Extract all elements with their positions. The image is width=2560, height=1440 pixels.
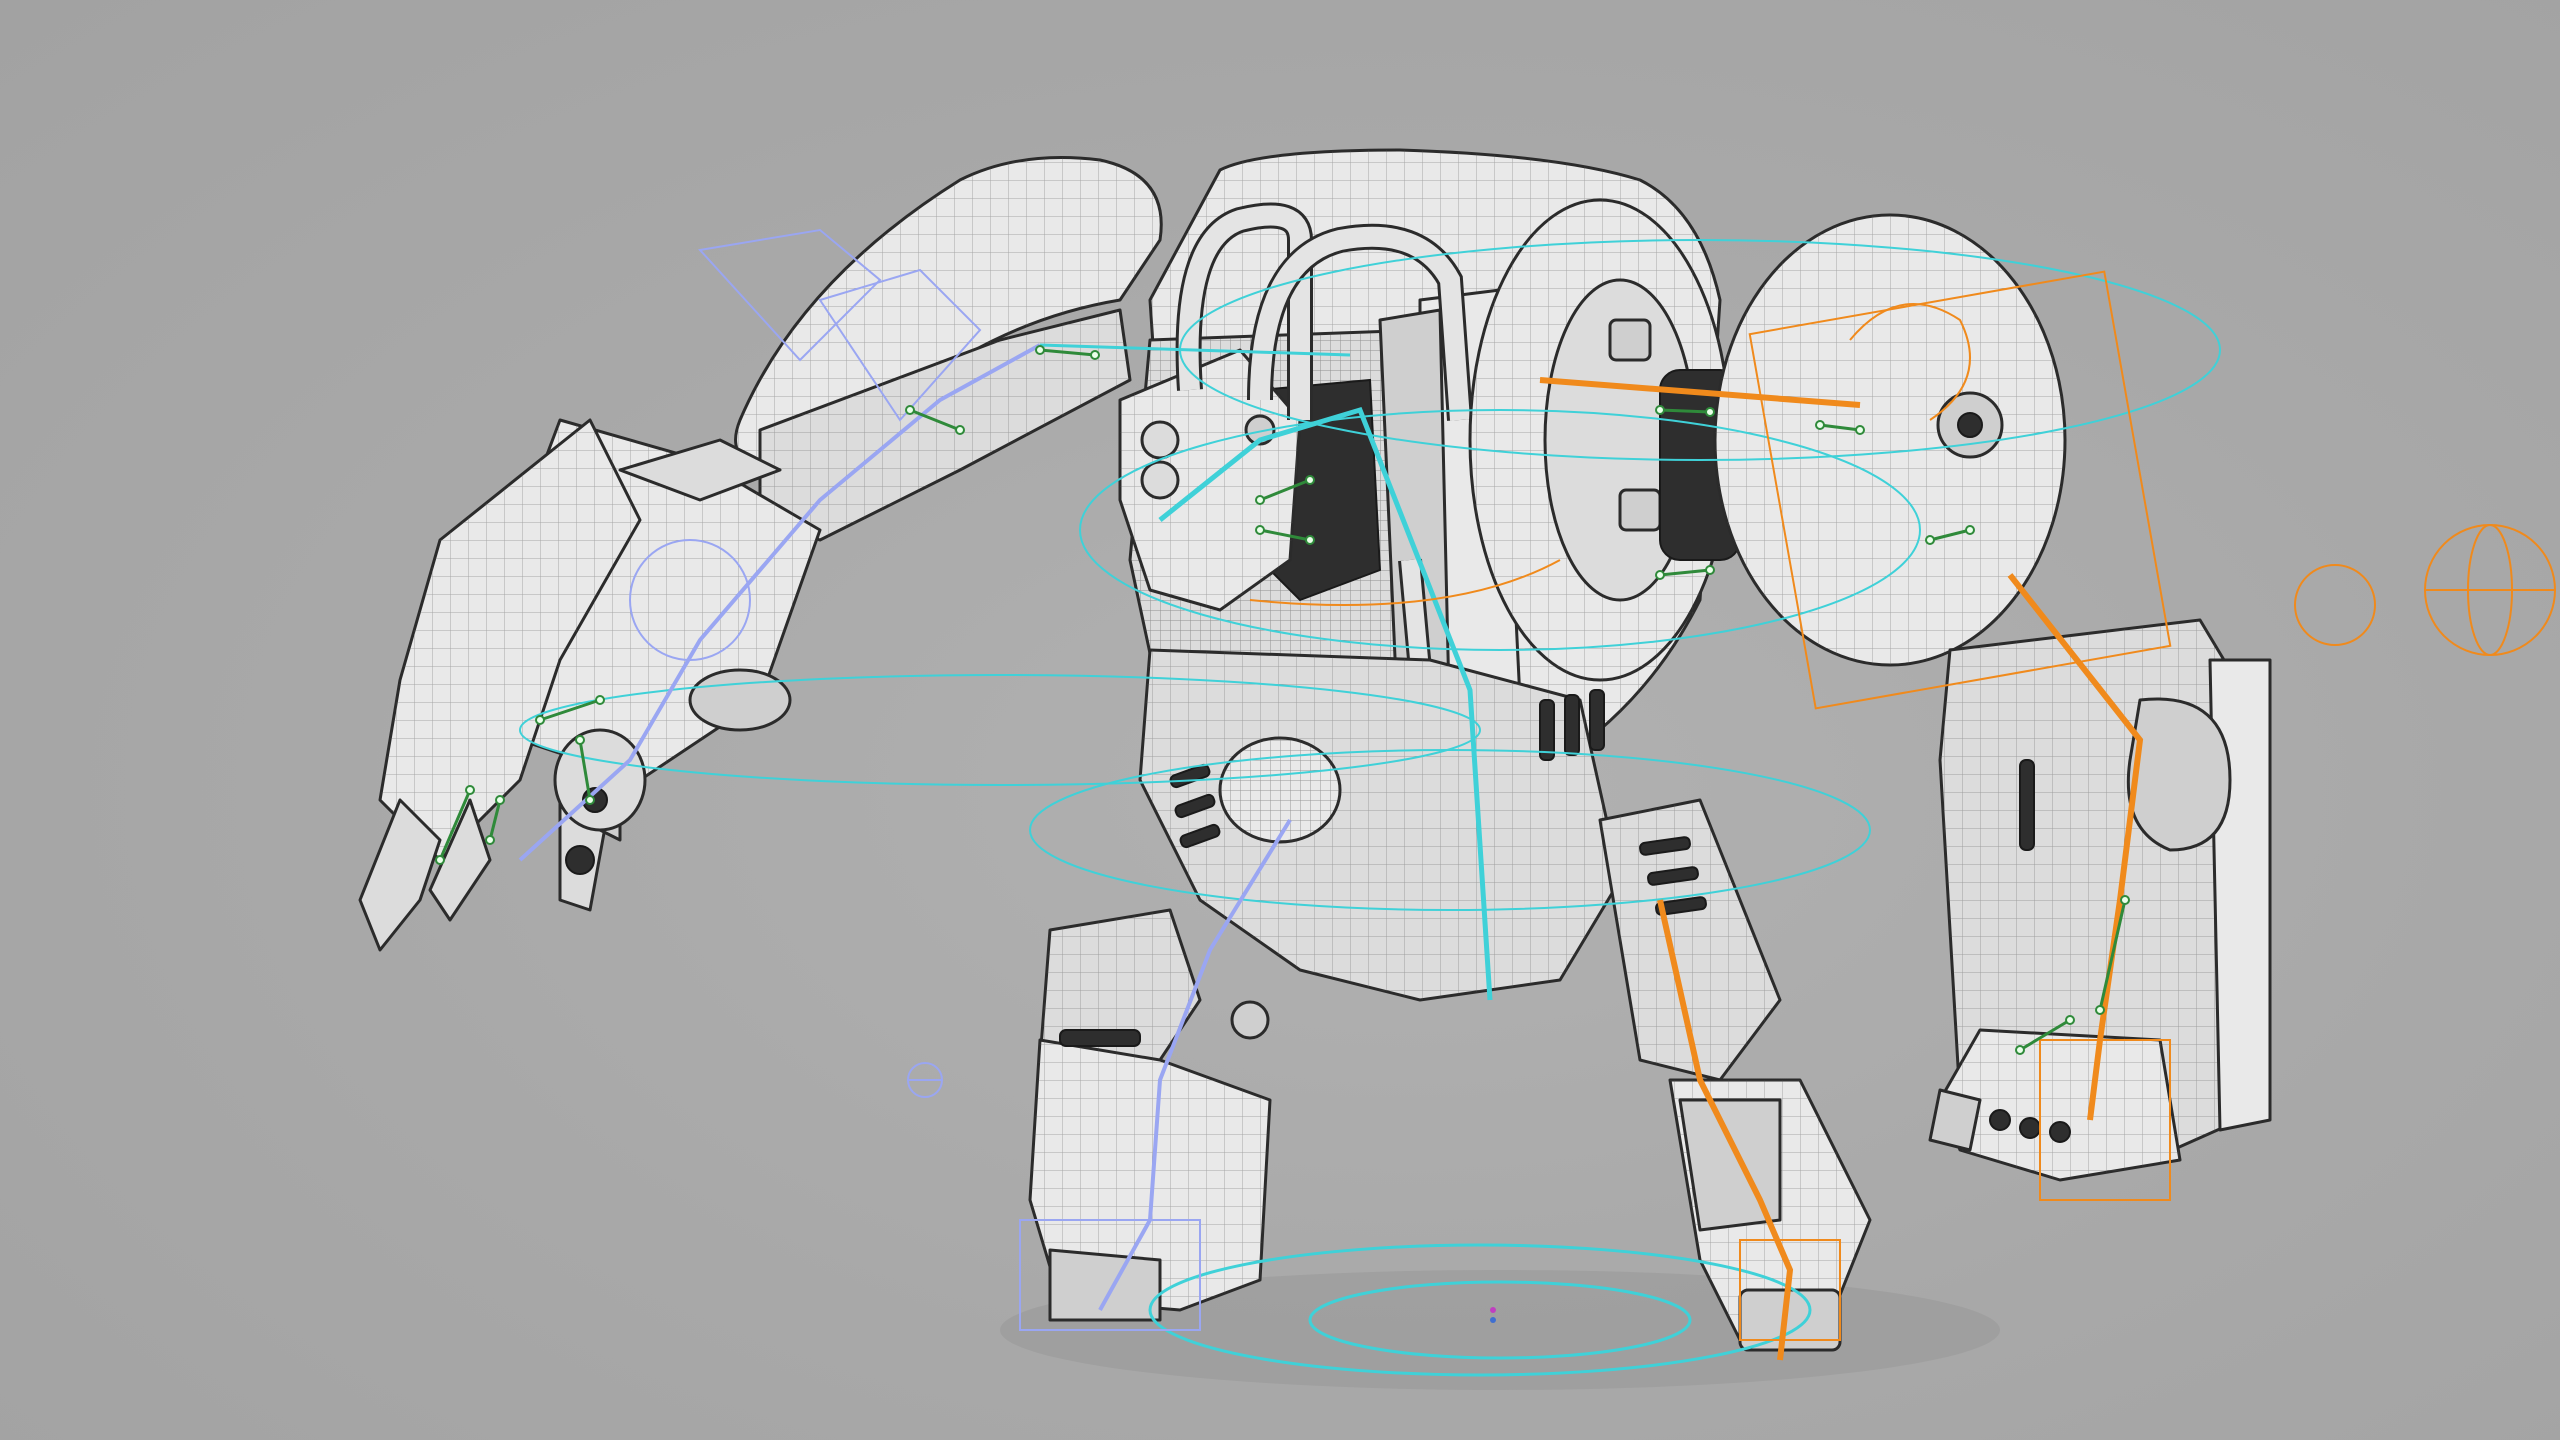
left-arm-mesh[interactable] [358,156,1163,952]
left-leg-mesh[interactable] [1028,908,1272,1322]
viewport-scene [358,148,2556,1390]
3d-viewport[interactable] [0,0,2560,1440]
right-arm-mesh[interactable] [1928,618,2272,1182]
